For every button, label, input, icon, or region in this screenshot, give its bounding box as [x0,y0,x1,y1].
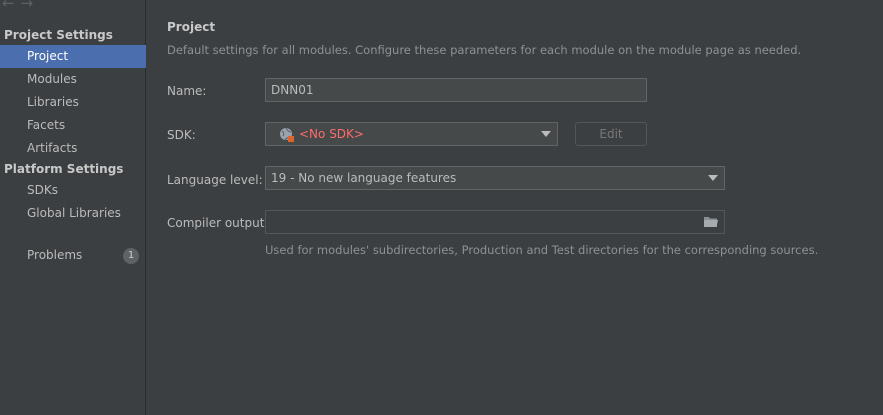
sidebar-item-label: Global Libraries [27,206,121,220]
sidebar-item-label: Problems [27,248,83,262]
sidebar-item-project[interactable]: Project [0,45,146,68]
name-label: Name: [167,84,207,98]
page-description: Default settings for all modules. Config… [167,43,802,57]
sidebar-item-facets[interactable]: Facets [0,114,146,137]
chevron-down-icon [708,175,718,181]
sidebar-item-libraries[interactable]: Libraries [0,91,146,114]
chevron-down-icon [541,131,551,137]
settings-sidebar: ← → Project Settings Project Modules Lib… [0,0,146,415]
back-arrow-icon[interactable]: ← [2,0,15,11]
problems-count-badge: 1 [123,248,139,264]
nav-arrows: ← → [2,0,34,11]
project-settings-panel: Project Default settings for all modules… [147,0,883,415]
project-settings-header: Project Settings [4,28,113,42]
sidebar-item-global-libraries[interactable]: Global Libraries [0,202,146,225]
sidebar-item-label: SDKs [27,183,58,197]
folder-icon[interactable] [704,216,718,228]
sidebar-item-label: Modules [27,72,77,86]
globe-sdk-icon [280,127,294,142]
sidebar-item-modules[interactable]: Modules [0,68,146,91]
forward-arrow-icon[interactable]: → [21,0,34,11]
compiler-output-field[interactable] [265,210,725,234]
sidebar-item-sdks[interactable]: SDKs [0,179,146,202]
sdk-value: <No SDK> [299,127,364,141]
language-level-label: Language level: [167,173,263,187]
sidebar-item-label: Artifacts [27,141,78,155]
project-name-value: DNN01 [271,83,314,97]
sidebar-item-label: Facets [27,118,66,132]
sdk-label: SDK: [167,128,196,142]
sidebar-item-artifacts[interactable]: Artifacts [0,137,146,160]
page-title: Project [167,20,216,34]
sidebar-item-problems[interactable]: Problems 1 [0,244,146,267]
compiler-output-hint: Used for modules' subdirectories, Produc… [265,243,819,257]
sidebar-item-label: Project [27,49,69,63]
compiler-output-label: Compiler output: [167,216,269,230]
sdk-combobox[interactable]: <No SDK> [265,122,558,146]
project-name-field[interactable]: DNN01 [265,78,647,102]
edit-sdk-button[interactable]: Edit [575,122,647,146]
language-level-combobox[interactable]: 19 - No new language features [265,166,725,190]
language-level-value: 19 - No new language features [271,171,457,185]
sidebar-item-label: Libraries [27,95,79,109]
platform-settings-header: Platform Settings [4,162,124,176]
